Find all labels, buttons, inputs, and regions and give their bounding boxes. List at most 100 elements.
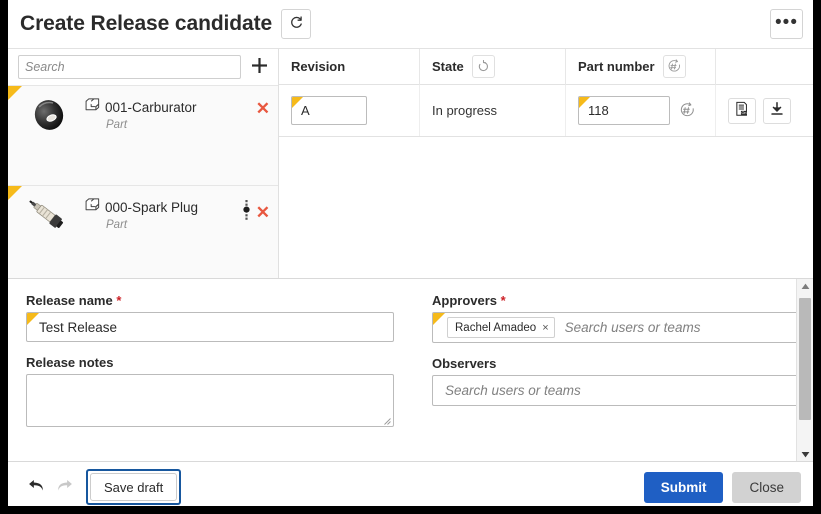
list-item[interactable]: 001-Carburator Part ✕	[8, 85, 278, 185]
page-title: Create Release candidate	[20, 12, 273, 35]
list-item-name-row: 001-Carburator	[84, 96, 256, 118]
column-label: State	[432, 59, 464, 74]
form-column-right: Approvers * Rachel Amadeo × Search users…	[414, 293, 800, 461]
state-value: In progress	[432, 103, 498, 118]
release-items-table: Revision State Part number A In progress…	[279, 48, 813, 278]
download-icon	[769, 101, 785, 120]
scrollbar-track[interactable]	[799, 294, 811, 447]
cell-row-actions: On	[715, 85, 813, 136]
dialog-header: Create Release candidate •••	[8, 0, 813, 48]
modified-flag-icon	[27, 313, 39, 325]
list-item-name: 000-Spark Plug	[105, 199, 199, 215]
release-name-label: Release name *	[26, 293, 414, 308]
remove-item-button[interactable]: ✕	[256, 204, 270, 221]
part-icon	[84, 196, 101, 218]
auto-number-icon[interactable]	[662, 55, 686, 78]
plus-icon	[251, 57, 268, 77]
column-header-actions	[715, 48, 813, 85]
table-header-row: Revision State Part number	[279, 48, 813, 85]
column-label: Part number	[578, 59, 655, 74]
cell-state: In progress	[419, 85, 565, 136]
scrollbar-thumb[interactable]	[799, 298, 811, 420]
modified-flag-icon	[292, 97, 303, 108]
redo-button[interactable]	[50, 473, 78, 501]
item-list: 001-Carburator Part ✕ 000-Spark Plug Par…	[8, 85, 278, 285]
content-region: 001-Carburator Part ✕	[8, 48, 813, 285]
save-draft-focus-ring: Save draft	[86, 469, 182, 505]
list-item-type: Part	[106, 119, 128, 131]
create-release-candidate-dialog: Create Release candidate ••• Search 001-…	[8, 0, 813, 506]
approver-chip-remove[interactable]: ×	[542, 322, 548, 334]
list-item-type: Part	[106, 219, 128, 231]
modified-flag-icon	[579, 97, 590, 108]
table-row: A In progress 118 On	[279, 85, 813, 137]
form-column-left: Release name * Test Release Release note…	[8, 293, 414, 461]
column-header-revision: Revision	[279, 49, 419, 85]
part-number-value: 118	[588, 103, 609, 118]
item-list-panel: 001-Carburator Part ✕	[8, 49, 279, 285]
list-item-text: 001-Carburator Part	[84, 92, 256, 131]
column-label: Revision	[291, 59, 346, 74]
undo-button[interactable]	[22, 473, 50, 501]
release-name-input[interactable]: Test Release	[26, 312, 394, 342]
approver-chip-name: Rachel Amadeo	[455, 321, 537, 334]
part-icon	[84, 96, 101, 118]
auto-number-icon[interactable]	[676, 100, 698, 122]
scroll-down-arrow-icon[interactable]	[797, 447, 813, 462]
list-item[interactable]: 000-Spark Plug Part ✕	[8, 185, 278, 285]
approvers-label: Approvers *	[432, 293, 794, 308]
required-marker: *	[500, 293, 506, 308]
release-form: Release name * Test Release Release note…	[8, 278, 813, 462]
search-input[interactable]	[18, 55, 241, 79]
submit-button[interactable]: Submit	[643, 471, 724, 503]
remove-item-button[interactable]: ✕	[256, 100, 270, 117]
add-item-button[interactable]	[246, 54, 272, 80]
resize-handle-icon[interactable]	[382, 416, 391, 425]
list-search-row	[8, 49, 278, 85]
form-scrollbar[interactable]	[796, 279, 813, 462]
cell-part-number: 118	[565, 85, 715, 136]
undo-arrow-icon	[27, 476, 46, 498]
approver-chip: Rachel Amadeo ×	[447, 317, 555, 338]
release-name-value: Test Release	[39, 319, 118, 335]
overflow-menu-button[interactable]: •••	[770, 9, 803, 39]
list-item-name-row: 000-Spark Plug	[84, 196, 243, 218]
redo-arrow-icon	[55, 476, 74, 498]
svg-text:On: On	[741, 111, 746, 115]
carburator-thumbnail	[16, 92, 82, 138]
release-notes-label: Release notes	[26, 355, 114, 370]
bom-report-icon-button[interactable]: On	[728, 97, 756, 124]
modified-flag-icon	[433, 313, 445, 325]
part-number-group: 118	[578, 96, 698, 125]
scroll-up-arrow-icon[interactable]	[797, 279, 813, 294]
column-header-state: State	[419, 48, 565, 85]
save-draft-button[interactable]: Save draft	[90, 473, 178, 501]
release-name-label-text: Release name	[26, 293, 113, 308]
download-icon-button[interactable]	[763, 97, 791, 124]
list-item-actions: ✕	[256, 92, 278, 117]
close-button[interactable]: Close	[732, 471, 801, 503]
list-item-name: 001-Carburator	[105, 99, 197, 115]
observers-label: Observers	[432, 356, 497, 371]
list-item-text: 000-Spark Plug Part	[84, 192, 243, 231]
approvers-input[interactable]: Rachel Amadeo × Search users or teams	[432, 312, 800, 343]
ellipsis-icon: •••	[775, 11, 798, 33]
cell-revision: A	[279, 85, 419, 136]
spark-plug-thumbnail	[16, 192, 82, 238]
modified-flag-icon	[8, 86, 22, 100]
part-number-input[interactable]: 118	[578, 96, 670, 125]
item-state-dots-icon[interactable]	[243, 200, 250, 225]
approvers-label-text: Approvers	[432, 293, 498, 308]
column-header-part-number: Part number	[565, 48, 715, 85]
list-item-actions: ✕	[243, 192, 278, 225]
release-notes-textarea[interactable]	[26, 374, 394, 427]
revision-input[interactable]: A	[291, 96, 367, 125]
modified-flag-icon	[8, 186, 22, 200]
observers-input[interactable]: Search users or teams	[432, 375, 800, 406]
required-marker: *	[116, 293, 122, 308]
bom-report-icon: On	[734, 101, 750, 120]
approvers-placeholder: Search users or teams	[564, 320, 701, 335]
refresh-icon-button[interactable]	[281, 9, 312, 39]
revision-cycle-icon[interactable]	[471, 55, 495, 78]
dialog-footer: Save draft Submit Close	[8, 461, 813, 506]
